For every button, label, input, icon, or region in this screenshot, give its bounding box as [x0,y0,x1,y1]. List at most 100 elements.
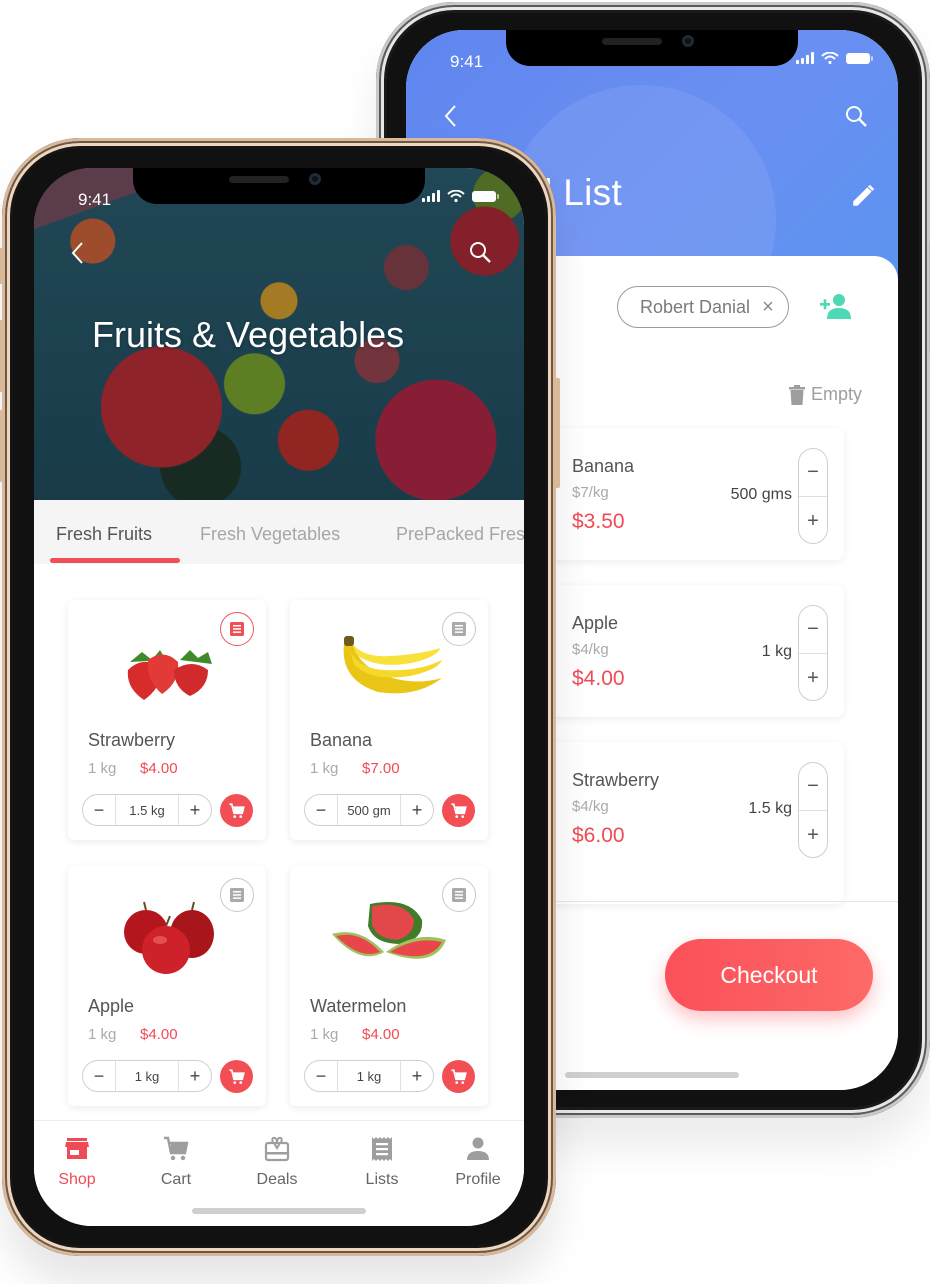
add-to-cart-button[interactable] [442,794,475,827]
list-icon [452,622,466,636]
signal-icon [422,190,440,202]
store-icon [65,1138,89,1159]
tabbar-item-shop[interactable]: Shop [37,1135,117,1189]
product-price: $4.00 [362,1026,400,1043]
item-name: Strawberry [572,770,660,790]
item-name: Apple [572,613,619,633]
home-indicator [565,1072,739,1078]
battery-icon [472,190,499,202]
power-button [555,378,560,488]
increment-button[interactable]: + [401,1061,433,1091]
add-to-cart-button[interactable] [442,1060,475,1093]
front-phone-frame: Fruits & Vegetables 9:41 Fresh Fruits Fr… [0,138,560,1256]
tabbar-label: Cart [160,1171,192,1188]
chevron-left-icon[interactable] [440,102,462,130]
quantity-stepper: − + [798,762,828,858]
decrement-button[interactable]: − [799,763,827,811]
volume-down-button [0,410,3,482]
list-icon [452,888,466,902]
tabbar-item-lists[interactable]: Lists [342,1135,422,1189]
decrement-button[interactable]: − [83,795,115,825]
product-name: Apple [88,996,135,1016]
volume-up-button [0,320,3,392]
product-card[interactable]: Strawberry 1 kg $4.00 − 1.5 kg + [68,600,266,840]
home-indicator [192,1208,366,1214]
tabbar-label: Lists [365,1171,399,1188]
tabbar-label: Shop [58,1171,96,1188]
checkout-button[interactable]: Checkout [665,939,873,1011]
quantity-stepper: − + [798,605,828,701]
product-weight: 1 kg [310,760,339,777]
person-icon [467,1137,489,1160]
notch [133,168,425,204]
product-card[interactable]: Apple 1 kg $4.00 − 1 kg + [68,866,266,1106]
search-icon[interactable] [468,240,492,264]
trash-icon [788,384,805,405]
tab-fresh-vegetables[interactable]: Fresh Vegetables [200,524,340,545]
item-quantity: 500 gms [730,486,792,503]
quantity-stepper: − 1.5 kg + [82,794,212,826]
category-tabs: Fresh Fruits Fresh Vegetables PrePacked … [34,500,524,564]
tabbar-item-profile[interactable]: Profile [438,1135,518,1189]
decrement-button[interactable]: − [305,795,337,825]
add-user-icon[interactable] [818,292,852,320]
list-icon [230,622,244,636]
watermelon-image [332,902,446,959]
notch [506,30,798,66]
empty-label: Empty [810,384,862,404]
quantity-value: 1.5 kg [115,795,179,825]
item-unit-price: $4/kg [572,798,609,815]
cart-icon [451,802,467,818]
cart-icon [229,1068,245,1084]
quantity-value: 500 gm [337,795,401,825]
silent-switch [0,248,3,284]
friend-chip[interactable]: Robert Danial × [617,286,789,328]
increment-button[interactable]: + [799,811,827,859]
chevron-left-icon[interactable] [68,240,88,266]
empty-list-button[interactable]: Empty [788,384,862,405]
increment-button[interactable]: + [799,654,827,702]
increment-button[interactable]: + [401,795,433,825]
search-icon[interactable] [844,104,868,128]
tab-fresh-fruits[interactable]: Fresh Fruits [56,524,152,545]
signal-icon [796,52,814,64]
add-to-cart-button[interactable] [220,794,253,827]
item-unit-price: $7/kg [572,484,609,501]
pencil-icon[interactable] [850,183,876,209]
decrement-button[interactable]: − [305,1061,337,1091]
increment-button[interactable]: + [179,1061,211,1091]
product-price: $7.00 [362,760,400,777]
product-weight: 1 kg [310,1026,339,1043]
item-name: Banana [572,456,635,476]
quantity-stepper: − 1 kg + [304,1060,434,1092]
strawberry-image [127,650,212,700]
friend-chip-label: Robert Danial [640,296,751,317]
quantity-stepper: − + [798,448,828,544]
product-name: Watermelon [310,996,407,1016]
receipt-list-icon [372,1137,392,1161]
tab-prepacked-fresh[interactable]: PrePacked Fresh [396,524,524,545]
status-time: 9:41 [450,52,484,71]
add-to-cart-button[interactable] [220,1060,253,1093]
page-title: Fruits & Vegetables [92,314,405,355]
increment-button[interactable]: + [179,795,211,825]
product-card[interactable]: Banana 1 kg $7.00 − 500 gm + [290,600,488,840]
battery-icon [846,52,873,64]
wifi-icon [821,52,839,64]
increment-button[interactable]: + [799,497,827,545]
item-total: $3.50 [572,510,625,533]
quantity-value: 1 kg [337,1061,401,1091]
product-name: Strawberry [88,730,176,750]
active-tab-indicator [50,558,180,563]
item-quantity: 1 kg [761,643,792,660]
tabbar-item-cart[interactable]: Cart [136,1135,216,1189]
close-icon[interactable]: × [762,297,774,317]
decrement-button[interactable]: − [83,1061,115,1091]
apple-image [124,901,214,974]
product-card[interactable]: Watermelon 1 kg $4.00 − 1 kg + [290,866,488,1106]
decrement-button[interactable]: − [799,606,827,654]
product-weight: 1 kg [88,760,117,777]
decrement-button[interactable]: − [799,449,827,497]
tabbar-item-deals[interactable]: Deals [237,1135,317,1189]
quantity-value: 1 kg [115,1061,179,1091]
